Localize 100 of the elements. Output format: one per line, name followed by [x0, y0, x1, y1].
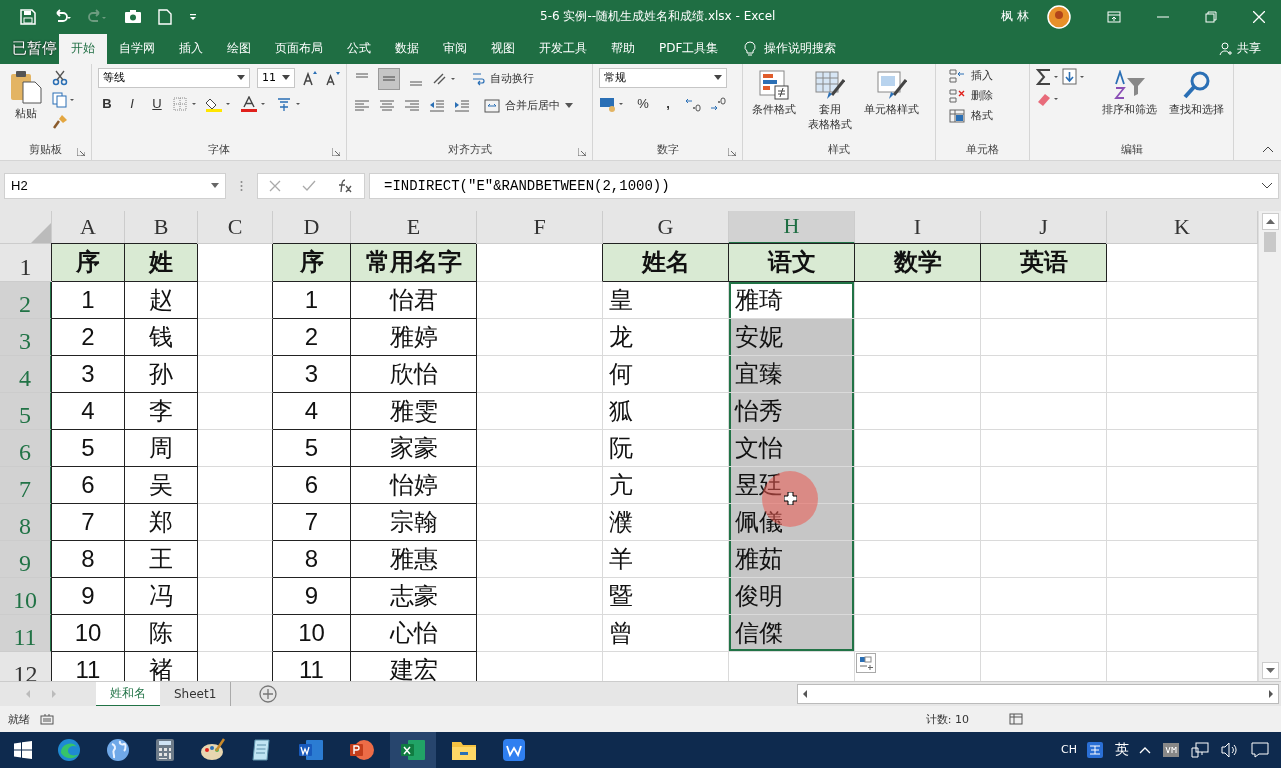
bold-button[interactable]: B — [98, 96, 116, 112]
ime-icon[interactable] — [1087, 742, 1103, 758]
row-header[interactable]: 5 — [0, 392, 52, 430]
macro-record-icon[interactable] — [40, 713, 54, 725]
row-header[interactable]: 12 — [0, 651, 52, 682]
scrollbar-thumb[interactable] — [1264, 231, 1276, 252]
collapse-ribbon-icon[interactable] — [1263, 145, 1273, 152]
row-header[interactable]: 11 — [0, 614, 52, 652]
share-button[interactable]: 共享 — [1219, 33, 1281, 64]
dialog-launcher-icon[interactable] — [77, 147, 85, 156]
column-header[interactable]: I — [855, 210, 981, 244]
volume-icon[interactable] — [1221, 742, 1239, 758]
font-name-dropdown[interactable]: 等线 — [98, 67, 250, 88]
row-header[interactable]: 1 — [0, 243, 52, 282]
notification-icon[interactable] — [1251, 742, 1269, 758]
wps-icon[interactable] — [502, 738, 526, 762]
splitter-icon[interactable] — [240, 179, 243, 192]
increase-indent-icon[interactable] — [453, 97, 471, 114]
format-cells-button[interactable]: 格式 — [948, 107, 993, 124]
column-header[interactable]: D — [273, 210, 351, 244]
ribbon-display-icon[interactable] — [1107, 10, 1121, 23]
column-header[interactable]: J — [981, 210, 1107, 244]
expand-icon[interactable] — [1262, 182, 1272, 189]
row-header[interactable]: 8 — [0, 503, 52, 541]
save-icon[interactable] — [20, 8, 36, 25]
cell-styles-button[interactable]: 单元格样式 — [861, 67, 922, 119]
column-header[interactable]: K — [1107, 210, 1258, 244]
formula-input[interactable]: =INDIRECT("E"&RANDBETWEEN(2,1000)) — [369, 172, 1279, 199]
ribbon-tab[interactable]: 公式 — [335, 33, 383, 64]
quick-analysis-icon[interactable] — [856, 652, 876, 673]
ribbon-tab[interactable]: 自学网 — [107, 33, 167, 64]
sheet-tab[interactable]: 姓和名 — [96, 681, 160, 707]
ime-mode[interactable]: 英 — [1115, 741, 1129, 759]
dialog-launcher-icon[interactable] — [728, 147, 736, 156]
row-header[interactable]: 10 — [0, 577, 52, 615]
middle-align-icon[interactable] — [378, 67, 400, 90]
new-document-icon[interactable] — [158, 8, 172, 25]
ribbon-tab[interactable]: 帮助 — [599, 33, 647, 64]
ribbon-tab[interactable]: 开始 — [59, 33, 107, 64]
normal-view-icon[interactable] — [1009, 713, 1023, 725]
paint-palette-icon[interactable] — [200, 738, 226, 762]
dialog-launcher-icon[interactable] — [332, 147, 340, 156]
ribbon-tab[interactable]: PDF工具集 — [647, 33, 731, 64]
column-header[interactable]: E — [351, 210, 477, 244]
merge-center-button[interactable]: 合并后居中 — [484, 98, 573, 114]
insert-cells-button[interactable]: 插入 — [948, 67, 993, 84]
underline-button[interactable]: U — [148, 96, 166, 112]
notepad-icon[interactable] — [251, 738, 273, 762]
vm-tray-icon[interactable] — [1163, 743, 1179, 757]
delete-cells-button[interactable]: 删除 — [948, 87, 993, 104]
ribbon-tab[interactable]: 数据 — [383, 33, 431, 64]
column-header[interactable]: C — [198, 210, 273, 244]
wrap-text-button[interactable]: 自动换行 — [471, 70, 534, 87]
font-size-dropdown[interactable]: 11 — [257, 67, 295, 88]
input-language[interactable]: CH — [1061, 743, 1077, 757]
sort-filter-button[interactable]: 排序和筛选 — [1099, 67, 1160, 119]
powerpoint-icon[interactable] — [349, 738, 375, 762]
comma-button[interactable]: , — [659, 96, 677, 112]
column-header[interactable]: B — [125, 210, 198, 244]
format-as-table-button[interactable]: 套用 表格格式 — [805, 67, 855, 134]
ribbon-tab[interactable]: 审阅 — [431, 33, 479, 64]
ribbon-tab[interactable]: 开发工具 — [527, 33, 599, 64]
conditional-formatting-button[interactable]: 条件格式 — [749, 67, 799, 119]
insert-function-icon[interactable] — [337, 178, 354, 193]
find-select-button[interactable]: 查找和选择 — [1166, 67, 1227, 119]
customize-icon[interactable] — [188, 11, 198, 22]
row-header[interactable]: 3 — [0, 318, 52, 356]
number-format-dropdown[interactable]: 常规 — [599, 67, 727, 88]
decrease-indent-icon[interactable] — [428, 97, 446, 114]
start-icon[interactable] — [14, 741, 32, 759]
globe-icon[interactable] — [106, 738, 130, 762]
shrink-font-icon[interactable] — [325, 69, 341, 86]
paste-button[interactable]: 粘贴 — [6, 67, 46, 123]
row-header[interactable]: 6 — [0, 429, 52, 467]
italic-button[interactable]: I — [123, 96, 141, 112]
camera-icon[interactable] — [124, 9, 142, 25]
column-header[interactable]: A — [52, 210, 125, 244]
ribbon-tab[interactable]: 插入 — [167, 33, 215, 64]
ribbon-tab[interactable]: 视图 — [479, 33, 527, 64]
dialog-launcher-icon[interactable] — [578, 147, 586, 156]
scissors-icon[interactable] — [52, 69, 68, 86]
scroll-down-icon[interactable] — [1261, 662, 1279, 680]
avatar-icon[interactable] — [1047, 4, 1071, 29]
ribbon-tab[interactable]: 页面布局 — [263, 33, 335, 64]
ribbon-tab[interactable]: 绘图 — [215, 33, 263, 64]
name-box[interactable]: H2 — [4, 172, 226, 199]
row-header[interactable]: 9 — [0, 540, 52, 578]
column-header[interactable]: G — [603, 210, 729, 244]
sheet-tab[interactable]: Sheet1 — [160, 681, 231, 707]
excel-icon[interactable] — [390, 732, 436, 768]
row-header[interactable]: 2 — [0, 281, 52, 319]
chevron-up-icon[interactable] — [1139, 746, 1151, 754]
decrease-decimal-icon[interactable] — [709, 95, 727, 112]
grow-font-icon[interactable] — [302, 69, 318, 86]
restore-icon[interactable] — [1205, 10, 1217, 23]
tell-me-search[interactable]: 操作说明搜索 — [756, 33, 837, 64]
format-painter-icon[interactable] — [52, 113, 68, 130]
close-icon[interactable] — [1253, 10, 1265, 23]
scroll-up-icon[interactable] — [1261, 212, 1279, 230]
calculator-icon[interactable] — [155, 738, 175, 762]
